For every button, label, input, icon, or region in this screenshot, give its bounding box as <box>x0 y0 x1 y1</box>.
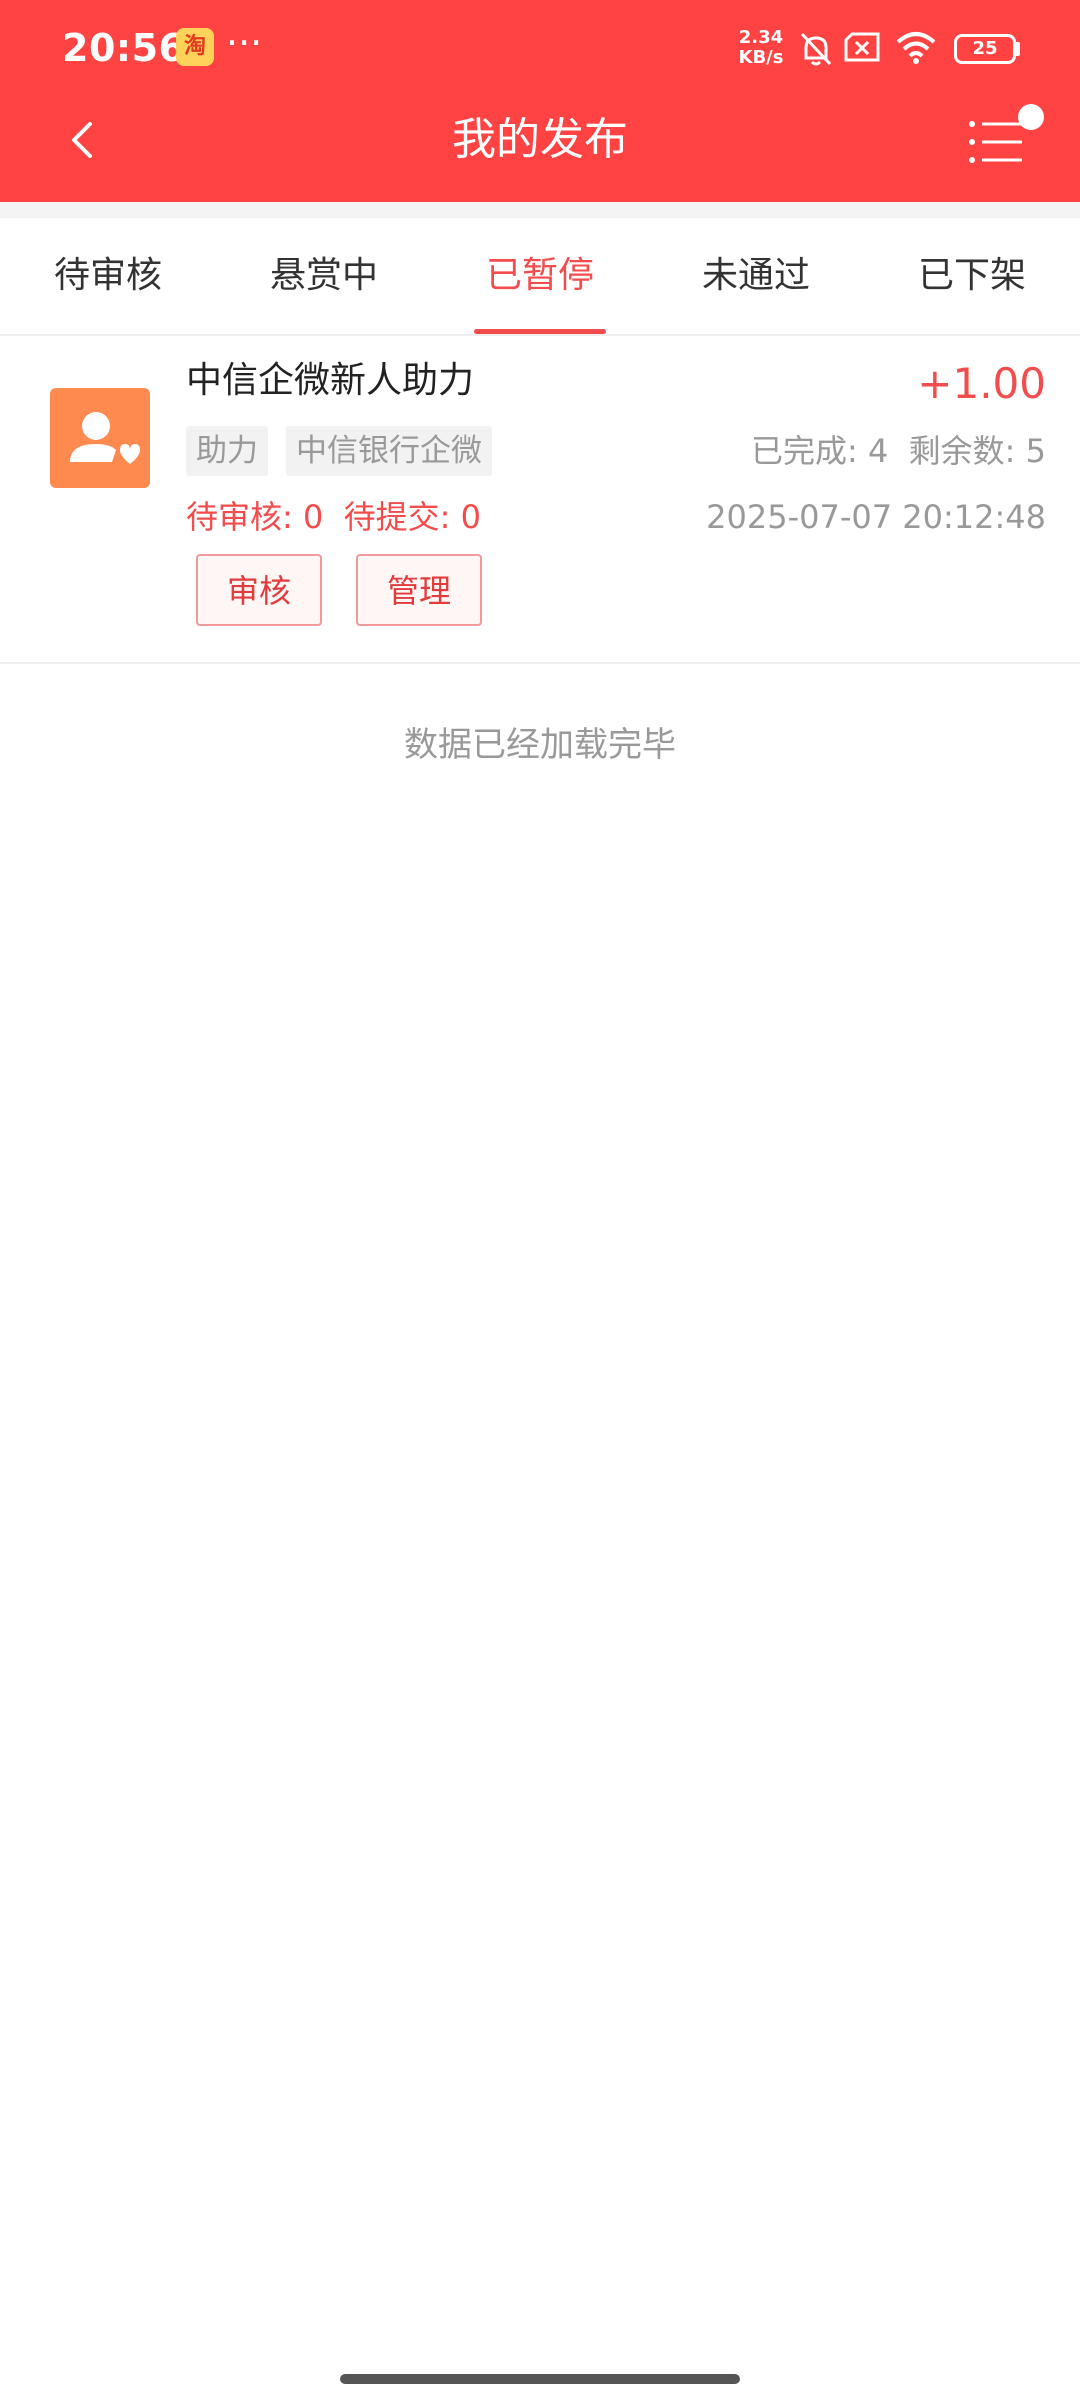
tab-rewarding[interactable]: 悬赏中 <box>246 218 402 334</box>
review-button[interactable]: 审核 <box>196 554 322 626</box>
list-end-message: 数据已经加载完毕 <box>404 725 676 765</box>
no-sim-icon <box>844 32 880 62</box>
mute-bell-icon <box>800 32 832 66</box>
task-tag: 中信银行企微 <box>286 426 492 476</box>
battery-level: 25 <box>972 38 998 59</box>
user-heart-icon <box>70 412 140 464</box>
tab-delisted[interactable]: 已下架 <box>894 218 1050 334</box>
task-title: 中信企微新人助力 <box>186 360 475 401</box>
status-tabs: 待审核 悬赏中 已暂停 未通过 已下架 <box>0 218 1080 336</box>
menu-notification-dot <box>1018 104 1044 130</box>
active-tab-indicator <box>474 329 606 334</box>
task-card[interactable]: 中信企微新人助力 +1.00 助力 中信银行企微 已完成: 4 剩余数: 5 待… <box>0 336 1080 664</box>
task-avatar <box>50 388 150 488</box>
status-time: 20:56 <box>62 26 186 70</box>
divider <box>0 202 1080 218</box>
tab-rejected[interactable]: 未通过 <box>678 218 834 334</box>
page-title: 我的发布 <box>452 114 628 165</box>
network-speed: 2.34 KB/s <box>738 27 784 68</box>
wifi-icon <box>896 32 936 64</box>
home-indicator[interactable] <box>340 2374 740 2384</box>
reward-amount: +1.00 <box>917 359 1046 408</box>
status-bar: 20:56 淘 ··· 2.34 KB/s 25 <box>0 0 1080 100</box>
battery-tip <box>1016 42 1020 56</box>
task-date: 2025-07-07 20:12:48 <box>706 498 1046 536</box>
manage-button[interactable]: 管理 <box>356 554 482 626</box>
battery-icon: 25 <box>954 34 1016 64</box>
app-header: 20:56 淘 ··· 2.34 KB/s 25 我的发布 <box>0 0 1080 202</box>
taobao-notification-icon: 淘 <box>176 28 214 66</box>
task-tag: 助力 <box>186 426 268 476</box>
more-notifications-icon: ··· <box>226 21 263 65</box>
pending-counts: 待审核: 0 待提交: 0 <box>186 498 481 536</box>
task-stats: 已完成: 4 剩余数: 5 <box>751 432 1046 470</box>
tab-paused[interactable]: 已暂停 <box>462 218 618 334</box>
tab-pending-review[interactable]: 待审核 <box>30 218 186 334</box>
